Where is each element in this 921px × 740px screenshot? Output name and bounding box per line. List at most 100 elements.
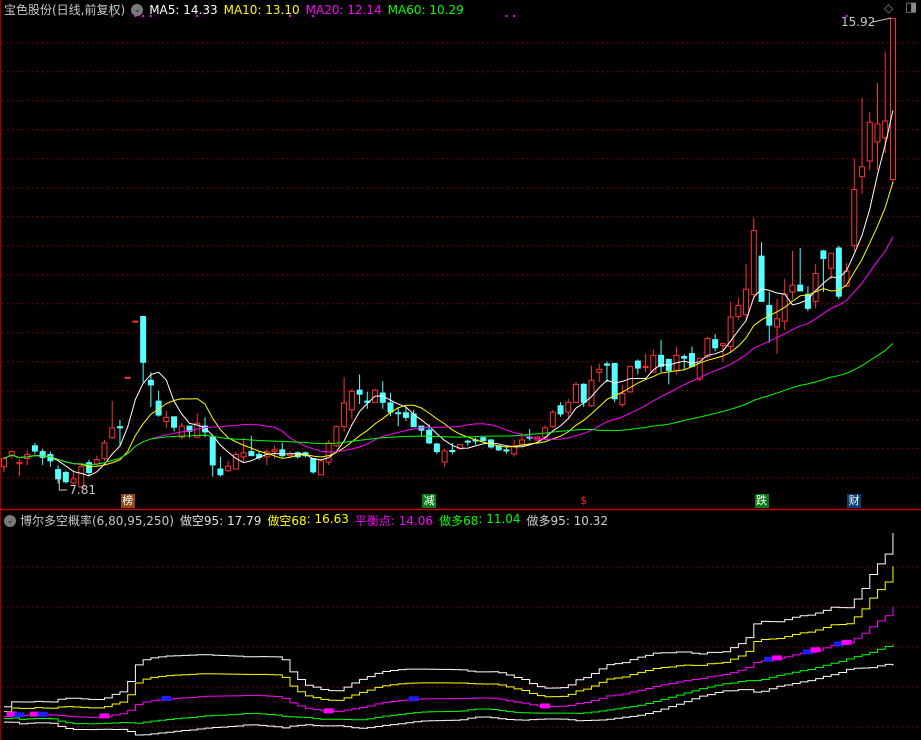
candle bbox=[619, 384, 626, 407]
chevron-down-icon[interactable]: ⌄ bbox=[4, 514, 16, 527]
stock-name: 宝色股份(日线,前复权) bbox=[4, 3, 126, 17]
candle bbox=[758, 242, 765, 302]
candle-body bbox=[750, 230, 757, 295]
long68-value: 做多6868: 11.04 bbox=[439, 512, 520, 529]
candle bbox=[364, 391, 371, 409]
ma10-value: MA10: 13.10 bbox=[223, 2, 300, 17]
candle-body bbox=[812, 273, 819, 302]
low-price-label: 7.81 bbox=[69, 483, 96, 497]
candle-body bbox=[240, 452, 247, 458]
candle bbox=[240, 437, 247, 463]
indicator-signal-bar bbox=[841, 639, 852, 645]
candle bbox=[379, 381, 386, 409]
indicator-signal-bar bbox=[323, 708, 334, 714]
candle-body bbox=[356, 389, 363, 395]
candle bbox=[248, 435, 255, 457]
balance-value: 平衡点: 14.06 bbox=[355, 512, 433, 529]
candle bbox=[232, 451, 239, 470]
candle bbox=[86, 459, 93, 477]
candle-body bbox=[310, 458, 317, 473]
candle bbox=[263, 449, 270, 465]
candle bbox=[588, 365, 595, 407]
candle bbox=[341, 377, 348, 432]
signal-marker[interactable]: 减 bbox=[422, 494, 437, 508]
signal-marker[interactable]: $ bbox=[577, 494, 591, 508]
candle-body bbox=[1, 458, 7, 468]
indicator-signal-bar bbox=[161, 696, 172, 702]
candle-body bbox=[588, 379, 595, 407]
candle bbox=[549, 409, 556, 428]
indicator-signal-bar bbox=[540, 703, 551, 709]
signal-marker[interactable]: 财 bbox=[847, 494, 862, 508]
candle-body bbox=[727, 316, 734, 348]
candle bbox=[557, 402, 564, 417]
candle-body bbox=[712, 339, 719, 349]
candle-body bbox=[279, 449, 286, 457]
candle-body bbox=[348, 390, 355, 411]
indicator-signal-bar bbox=[772, 655, 782, 661]
candle bbox=[62, 470, 69, 484]
candle bbox=[310, 458, 317, 474]
candle-body bbox=[549, 411, 556, 428]
candle-body bbox=[889, 17, 896, 181]
candle-body bbox=[379, 392, 386, 403]
signal-marker[interactable]: 榜 bbox=[120, 494, 135, 508]
indicator-short68-line bbox=[4, 566, 894, 713]
candle bbox=[859, 97, 866, 194]
candle bbox=[39, 448, 46, 465]
candle bbox=[171, 416, 178, 432]
short68-number: 68: 16.63 bbox=[306, 512, 349, 526]
candle-body bbox=[681, 355, 688, 359]
candle bbox=[889, 17, 896, 184]
candle bbox=[441, 448, 448, 467]
chevron-down-icon[interactable]: ⌄ bbox=[131, 3, 144, 16]
candle-body bbox=[518, 439, 525, 445]
candle bbox=[573, 382, 580, 403]
candle-body bbox=[596, 368, 603, 373]
candle-body bbox=[449, 449, 456, 453]
candle bbox=[217, 456, 224, 477]
candle-body bbox=[62, 471, 69, 483]
ma10-line bbox=[3, 181, 894, 468]
signal-marker[interactable]: 跌 bbox=[754, 494, 769, 508]
candle-body bbox=[503, 449, 510, 452]
candle bbox=[395, 406, 402, 427]
candle-body bbox=[789, 284, 796, 293]
candle bbox=[565, 398, 572, 418]
main-chart-header: 宝色股份(日线,前复权) ⌄ MA5: 14.33 MA10: 13.10 MA… bbox=[4, 1, 464, 18]
candle-body bbox=[557, 405, 564, 415]
candle bbox=[101, 440, 108, 461]
candle-body bbox=[828, 252, 835, 269]
candle bbox=[140, 315, 147, 382]
candle-body bbox=[611, 362, 618, 400]
top-marker-dot bbox=[513, 15, 516, 17]
candle-body bbox=[804, 293, 811, 309]
candle-body bbox=[325, 442, 332, 463]
indicator-signal-bar bbox=[14, 712, 25, 718]
candle bbox=[812, 264, 819, 309]
candle bbox=[31, 442, 38, 454]
candle bbox=[866, 112, 873, 171]
candle-body bbox=[209, 436, 216, 466]
candle-body bbox=[402, 412, 409, 418]
candle bbox=[874, 83, 881, 171]
indicator-long95-line bbox=[4, 663, 894, 736]
candle bbox=[279, 442, 286, 458]
candle-body bbox=[820, 250, 827, 259]
candle-body bbox=[116, 426, 123, 429]
panel-toggle-icon[interactable]: ◨ bbox=[905, 0, 917, 15]
candle bbox=[1, 456, 7, 472]
long68-label: 做多68 bbox=[439, 514, 479, 528]
candle-body bbox=[171, 416, 178, 428]
candle bbox=[719, 342, 726, 362]
diamond-icon[interactable]: ◇ bbox=[884, 1, 893, 15]
candle-body bbox=[688, 353, 695, 367]
candle bbox=[743, 264, 750, 320]
candle bbox=[658, 339, 665, 373]
candle-body bbox=[225, 465, 232, 472]
candle bbox=[851, 158, 858, 252]
candle-body bbox=[797, 284, 804, 292]
candle bbox=[124, 376, 131, 379]
long95-value: 做多95: 10.32 bbox=[526, 514, 609, 528]
candle-body bbox=[480, 437, 487, 442]
